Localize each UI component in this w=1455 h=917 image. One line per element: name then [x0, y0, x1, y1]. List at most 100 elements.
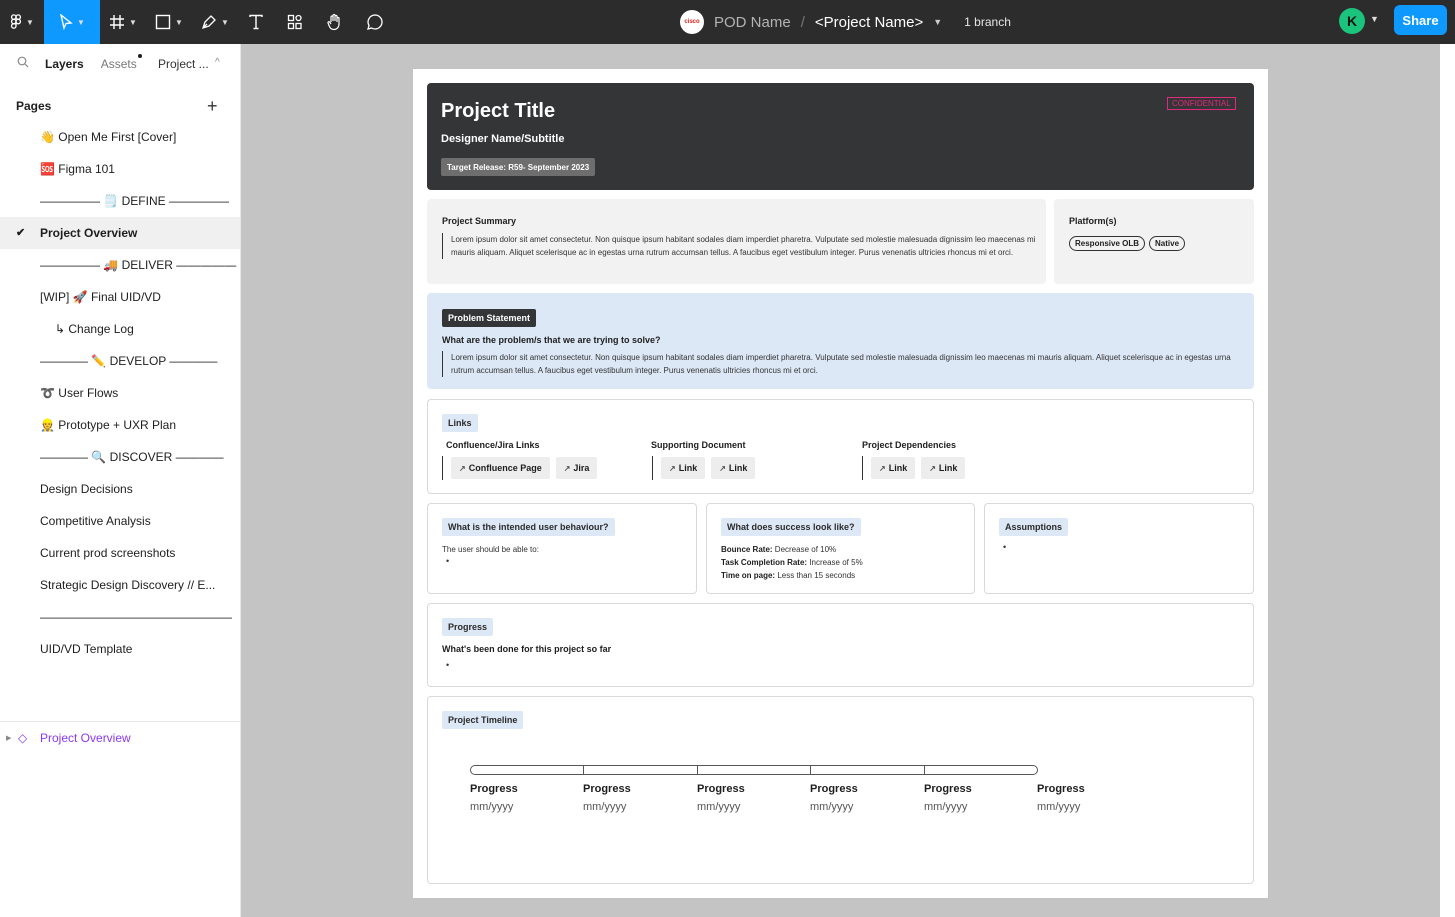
rectangle-icon [155, 14, 171, 30]
timeline-date: mm/yyyy [583, 801, 627, 813]
timeline-label: Progress [470, 783, 518, 795]
page-switcher[interactable]: Project ... [158, 57, 209, 71]
confluence-link-button[interactable]: ↗ Confluence Page [451, 457, 550, 479]
timeline-label: Progress [583, 783, 631, 795]
chevron-down-icon[interactable]: ▼ [933, 17, 942, 27]
page-item[interactable]: Design Decisions [0, 473, 240, 505]
link-group: ↗ Link ↗ Link [652, 456, 761, 480]
page-item[interactable]: ————— 🗒️ DEFINE ————— [0, 185, 240, 217]
text-tool-button[interactable] [238, 0, 274, 44]
timeline-date: mm/yyyy [810, 801, 854, 813]
timeline-label: Progress [1037, 783, 1085, 795]
page-item-label: Project Overview [40, 226, 138, 240]
timeline-item: Progress mm/yyyy [924, 783, 972, 813]
cursor-arrow-icon [60, 14, 73, 30]
branch-count[interactable]: 1 branch [964, 15, 1011, 29]
page-item[interactable]: Strategic Design Discovery // E... [0, 569, 240, 601]
metric-value: Decrease of 10% [772, 545, 837, 554]
chevron-down-icon: ▼ [175, 17, 183, 27]
tab-assets[interactable]: Assets [101, 53, 142, 71]
external-link-icon: ↗ [459, 463, 466, 473]
success-tag: What does success look like? [721, 518, 861, 536]
hero-banner: Project Title Designer Name/Subtitle Tar… [427, 83, 1254, 190]
problem-tag: Problem Statement [442, 309, 537, 327]
pen-tool-button[interactable]: ▼ [192, 0, 238, 44]
page-item[interactable]: ———— 🔍 DISCOVER ———— [0, 441, 240, 473]
component-diamond-icon: ◇ [18, 731, 28, 745]
layer-item[interactable]: ▶ ◇ Project Overview [0, 729, 240, 747]
layer-name: Project Overview [40, 731, 131, 745]
timeline-label: Progress [924, 783, 972, 795]
page-title: Project Title [441, 100, 556, 122]
shape-tool-button[interactable]: ▼ [146, 0, 192, 44]
project-name[interactable]: <Project Name> [815, 14, 923, 31]
pod-name[interactable]: POD Name [714, 14, 791, 31]
dependency-link-button[interactable]: ↗ Link [871, 457, 916, 479]
timeline-date: mm/yyyy [470, 801, 514, 813]
page-item[interactable]: 👋 Open Me First [Cover] [0, 121, 240, 153]
comment-tool-button[interactable] [354, 0, 396, 44]
timeline-tag: Project Timeline [442, 711, 524, 729]
page-item[interactable]: 👷 Prototype + UXR Plan [0, 409, 240, 441]
move-tool-button[interactable]: ▼ [44, 0, 100, 44]
bullet: • [1003, 542, 1007, 552]
components-icon [287, 14, 302, 30]
chevron-down-icon: ▼ [77, 17, 85, 27]
external-link-icon: ↗ [719, 463, 726, 473]
progress-text: What's been done for this project so far [442, 644, 612, 654]
success-row: Bounce Rate: Decrease of 10% [721, 543, 836, 556]
page-item[interactable]: Current prod screenshots [0, 537, 240, 569]
tab-layers[interactable]: Layers [45, 57, 84, 71]
page-item[interactable]: ↳ Change Log [0, 313, 240, 345]
project-summary-card: Project Summary Lorem ipsum dolor sit am… [427, 199, 1046, 284]
page-list: 👋 Open Me First [Cover] 🆘 Figma 101 ————… [0, 121, 240, 665]
assumptions-tag: Assumptions [999, 518, 1069, 536]
chevron-up-icon[interactable]: ^ [215, 57, 220, 68]
link-group-label: Confluence/Jira Links [446, 440, 540, 450]
timeline-tick [583, 765, 584, 775]
avatar[interactable]: K [1339, 8, 1365, 34]
page-item[interactable]: ➰ User Flows [0, 377, 240, 409]
metric-value: Less than 15 seconds [775, 571, 856, 580]
timeline-tick [697, 765, 698, 775]
page-item[interactable]: ———————————————— [0, 601, 240, 633]
file-title-area: cisco POD Name / <Project Name> ▼ 1 bran… [680, 0, 1011, 44]
search-icon[interactable] [17, 56, 31, 71]
link-group: ↗ Link ↗ Link [862, 456, 971, 480]
timeline-item: Progress mm/yyyy [470, 783, 518, 813]
external-link-icon: ↗ [879, 463, 886, 473]
page-item[interactable]: ———— ✏️ DEVELOP ———— [0, 345, 240, 377]
page-item[interactable]: Competitive Analysis [0, 505, 240, 537]
page-item-selected[interactable]: ✔ Project Overview [0, 217, 240, 249]
release-badge: Target Release: R59- September 2023 [441, 158, 596, 176]
hand-tool-button[interactable] [316, 0, 354, 44]
jira-link-button[interactable]: ↗ Jira [555, 457, 598, 479]
top-toolbar: ▼ ▼ ▼ ▼ ▼ cisco POD Name / <Project Name… [0, 0, 1455, 44]
chevron-down-icon[interactable]: ▼ [1370, 14, 1379, 24]
behaviour-text: The user should be able to: [442, 545, 539, 554]
main-menu-button[interactable]: ▼ [0, 0, 44, 44]
problem-question: What are the problem/s that we are tryin… [442, 335, 661, 345]
external-link-icon: ↗ [929, 463, 936, 473]
resources-tool-button[interactable] [274, 0, 316, 44]
add-page-plus-icon[interactable]: + [207, 96, 218, 117]
problem-text: Lorem ipsum dolor sit amet consectetur. … [442, 351, 1242, 377]
page-item[interactable]: ————— 🚚 DELIVER ————— [0, 249, 240, 281]
timeline-item: Progress mm/yyyy [810, 783, 858, 813]
link-label: Link [888, 463, 908, 473]
supporting-link-button[interactable]: ↗ Link [711, 457, 756, 479]
links-card: Links Confluence/Jira Links Supporting D… [427, 399, 1254, 494]
dependency-link-button[interactable]: ↗ Link [921, 457, 966, 479]
timeline-item: Progress mm/yyyy [583, 783, 631, 813]
frame-tool-button[interactable]: ▼ [100, 0, 146, 44]
sidebar-divider [0, 721, 240, 722]
left-sidebar: Layers Assets Project ... ^ Pages + 👋 Op… [0, 44, 241, 917]
page-item[interactable]: 🆘 Figma 101 [0, 153, 240, 185]
page-item[interactable]: UID/VD Template [0, 633, 240, 665]
checkmark-icon: ✔ [16, 227, 26, 239]
supporting-link-button[interactable]: ↗ Link [661, 457, 706, 479]
share-button[interactable]: Share [1394, 5, 1447, 35]
expand-triangle-icon[interactable]: ▶ [6, 734, 11, 742]
page-item[interactable]: [WIP] 🚀 Final UID/VD [0, 281, 240, 313]
comment-bubble-icon [367, 14, 383, 30]
